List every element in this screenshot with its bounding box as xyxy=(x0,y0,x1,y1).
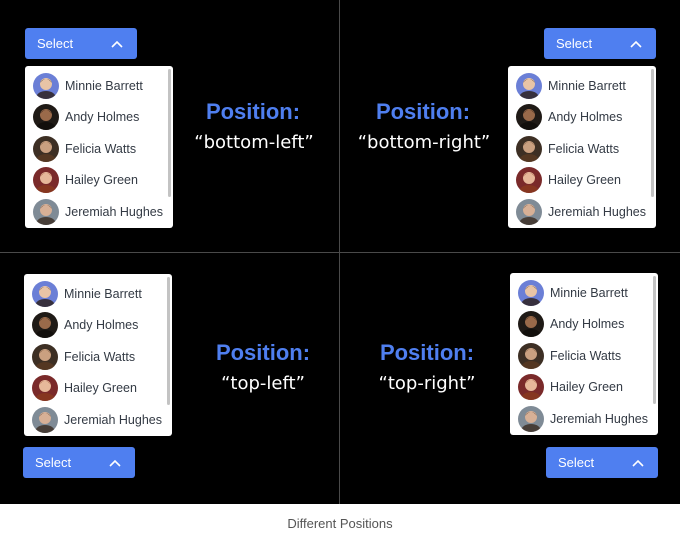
avatar-icon-hailey xyxy=(516,167,542,193)
avatar-icon-felicia xyxy=(516,135,542,162)
dropdown-scrollbar[interactable] xyxy=(167,277,170,405)
list-item-label: Jeremiah Hughes xyxy=(550,411,648,426)
list-item-label: Felicia Watts xyxy=(550,348,622,363)
avatar-icon-felicia xyxy=(33,135,59,162)
avatar-icon-felicia xyxy=(518,342,544,369)
avatar-icon-minnie xyxy=(516,72,542,99)
select-button-bottom-right[interactable]: Select xyxy=(544,28,656,59)
list-item[interactable]: Jeremiah Hughes xyxy=(24,404,164,435)
list-item[interactable]: Jeremiah Hughes xyxy=(510,403,650,434)
avatar-icon-andy xyxy=(32,312,58,338)
list-item[interactable]: Hailey Green xyxy=(510,372,650,403)
avatar-icon-minnie xyxy=(32,280,58,307)
list-item[interactable]: Felicia Watts xyxy=(24,341,164,372)
list-item-label: Felicia Watts xyxy=(64,349,136,364)
list-item[interactable]: Andy Holmes xyxy=(24,310,164,341)
list-item-label: Hailey Green xyxy=(548,173,621,187)
list-item-label: Andy Holmes xyxy=(64,318,139,332)
avatar-icon-hailey xyxy=(33,167,59,193)
list-item-label: Andy Holmes xyxy=(548,110,623,124)
chevron-up-icon xyxy=(632,459,644,467)
avatar-icon-jeremiah xyxy=(33,198,59,225)
list-item[interactable]: Felicia Watts xyxy=(510,340,650,371)
avatar-icon-minnie xyxy=(518,279,544,306)
list-item[interactable]: Hailey Green xyxy=(24,373,164,404)
select-label: Select xyxy=(37,36,74,51)
list-item-label: Minnie Barrett xyxy=(548,78,626,93)
list-item[interactable]: Minnie Barrett xyxy=(25,70,165,101)
position-value: “top-right” xyxy=(378,373,476,394)
avatar-icon-jeremiah xyxy=(516,198,542,225)
position-value: “top-left” xyxy=(221,373,305,394)
position-value: “bottom-right” xyxy=(357,132,491,153)
select-button-top-right[interactable]: Select xyxy=(546,447,658,478)
list-item[interactable]: Jeremiah Hughes xyxy=(25,196,165,227)
avatar-icon-felicia xyxy=(32,343,58,370)
list-item[interactable]: Minnie Barrett xyxy=(510,277,650,308)
list-item-label: Hailey Green xyxy=(550,380,623,394)
avatar-icon-andy xyxy=(33,104,59,130)
avatar-icon-andy xyxy=(518,311,544,337)
position-title: Position: xyxy=(215,340,311,365)
avatar-icon-hailey xyxy=(518,374,544,400)
list-item[interactable]: Hailey Green xyxy=(508,165,648,196)
demo-canvas: Select Minnie Barrett Andy Holmes Felicia … xyxy=(0,0,680,504)
figure-caption: Different Positions xyxy=(287,516,393,531)
horizontal-divider xyxy=(0,252,680,253)
avatar-icon-minnie xyxy=(33,72,59,99)
dropdown-list-top-left[interactable]: Minnie Barrett Andy Holmes Felicia Watts Ha… xyxy=(24,274,172,436)
list-item-label: Felicia Watts xyxy=(65,141,137,156)
list-item-label: Hailey Green xyxy=(64,381,137,395)
select-button-bottom-left[interactable]: Select xyxy=(25,28,137,59)
dropdown-scrollbar[interactable] xyxy=(651,69,654,197)
list-item[interactable]: Felicia Watts xyxy=(508,133,648,164)
chevron-up-icon xyxy=(630,40,642,48)
list-item-label: Minnie Barrett xyxy=(550,285,628,300)
avatar-icon-andy xyxy=(516,104,542,130)
avatar-icon-jeremiah xyxy=(32,406,58,433)
list-item-label: Jeremiah Hughes xyxy=(548,204,646,219)
select-label: Select xyxy=(35,455,72,470)
list-item[interactable]: Minnie Barrett xyxy=(24,278,164,309)
position-title: Position: xyxy=(205,99,301,124)
avatar-icon-jeremiah xyxy=(518,405,544,432)
list-item-label: Minnie Barrett xyxy=(64,286,142,301)
dropdown-scrollbar[interactable] xyxy=(653,276,656,404)
list-item[interactable]: Andy Holmes xyxy=(510,309,650,340)
dropdown-list-bottom-left[interactable]: Minnie Barrett Andy Holmes Felicia Watts Ha… xyxy=(25,66,173,228)
list-item-label: Felicia Watts xyxy=(548,141,620,156)
position-title: Position: xyxy=(379,340,475,365)
dropdown-list-top-right[interactable]: Minnie Barrett Andy Holmes Felicia Watts Ha… xyxy=(510,273,658,435)
list-item[interactable]: Jeremiah Hughes xyxy=(508,196,648,227)
list-item[interactable]: Andy Holmes xyxy=(508,102,648,133)
position-value: “bottom-left” xyxy=(194,132,314,153)
select-label: Select xyxy=(558,455,595,470)
select-label: Select xyxy=(556,36,593,51)
list-item-label: Jeremiah Hughes xyxy=(65,204,163,219)
list-item-label: Andy Holmes xyxy=(65,110,140,124)
dropdown-list-bottom-right[interactable]: Minnie Barrett Andy Holmes Felicia Watts Ha… xyxy=(508,66,656,228)
list-item[interactable]: Hailey Green xyxy=(25,165,165,196)
list-item[interactable]: Felicia Watts xyxy=(25,133,165,164)
list-item-label: Jeremiah Hughes xyxy=(64,412,162,427)
avatar-icon-hailey xyxy=(32,375,58,401)
select-button-top-left[interactable]: Select xyxy=(23,447,135,478)
list-item-label: Hailey Green xyxy=(65,173,138,187)
position-title: Position: xyxy=(375,99,471,124)
list-item-label: Minnie Barrett xyxy=(65,78,143,93)
list-item[interactable]: Andy Holmes xyxy=(25,102,165,133)
list-item-label: Andy Holmes xyxy=(550,317,625,331)
chevron-up-icon xyxy=(111,40,123,48)
chevron-up-icon xyxy=(109,459,121,467)
list-item[interactable]: Minnie Barrett xyxy=(508,70,648,101)
